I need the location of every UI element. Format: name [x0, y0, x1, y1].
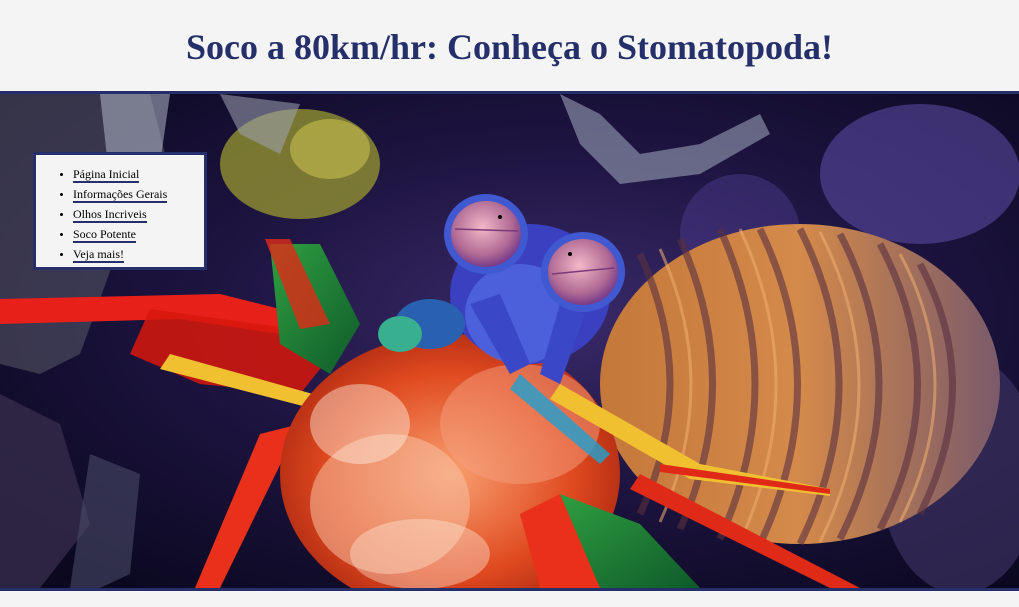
- page-title: Soco a 80km/hr: Conheça o Stomatopoda!: [185, 26, 833, 67]
- nav-item-veja-mais: Veja mais!: [73, 244, 204, 264]
- footer-strip: [0, 591, 1019, 607]
- nav-link-olhos-incriveis[interactable]: Olhos Incriveis: [73, 207, 147, 223]
- nav-link-pagina-inicial[interactable]: Página Inicial: [73, 167, 140, 183]
- page-header: Soco a 80km/hr: Conheça o Stomatopoda!: [0, 0, 1019, 91]
- nav-item-pagina-inicial: Página Inicial: [73, 164, 204, 184]
- nav-menu: Página Inicial Informações Gerais Olhos …: [33, 152, 207, 270]
- nav-item-olhos-incriveis: Olhos Incriveis: [73, 204, 204, 224]
- nav-link-veja-mais[interactable]: Veja mais!: [73, 247, 124, 263]
- nav-link-soco-potente[interactable]: Soco Potente: [73, 227, 136, 243]
- nav-link-informacoes-gerais[interactable]: Informações Gerais: [73, 187, 168, 203]
- nav-item-informacoes-gerais: Informações Gerais: [73, 184, 204, 204]
- nav-list: Página Inicial Informações Gerais Olhos …: [36, 155, 204, 264]
- nav-item-soco-potente: Soco Potente: [73, 224, 204, 244]
